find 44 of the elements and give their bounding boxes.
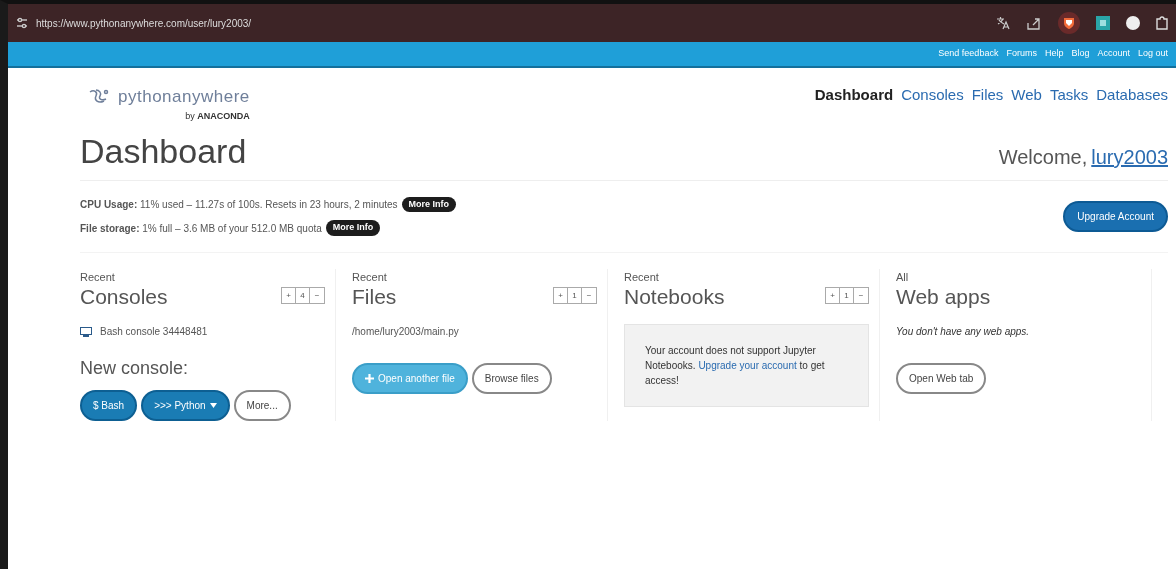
nav-link-item[interactable]: Tasks bbox=[1049, 84, 1089, 107]
primary-button[interactable]: >>> Python bbox=[141, 390, 230, 422]
nav-link-item[interactable]: Databases bbox=[1096, 84, 1168, 107]
profile-icon[interactable] bbox=[1126, 16, 1140, 30]
page-title: Dashboard bbox=[80, 131, 247, 172]
nav-link-item[interactable]: Dashboard bbox=[814, 84, 894, 107]
logo-text: pythonanywhere bbox=[118, 86, 250, 108]
monitor-icon bbox=[80, 326, 92, 337]
panel-kicker: Recent bbox=[624, 269, 660, 285]
plus-icon bbox=[365, 374, 374, 384]
panel-title: Files bbox=[352, 285, 397, 309]
panel-title: Web apps bbox=[896, 285, 991, 309]
usage-text: CPU Usage: 11% used – 11.27s of 100s. Resets in 23 hours, 2 minutes bbox=[80, 198, 398, 213]
caret-icon bbox=[209, 403, 217, 409]
panel-title: Consoles bbox=[80, 285, 168, 309]
secondary-button[interactable]: Open Web tab bbox=[896, 363, 987, 395]
site-info-icon[interactable] bbox=[16, 17, 28, 29]
notice-message: Your account does not support Jupyter Notebooks. Upgrade your account to get access! bbox=[624, 324, 869, 408]
panel-kicker: Recent bbox=[80, 269, 116, 285]
secondary-button[interactable]: Browse files bbox=[471, 363, 552, 395]
more-info-button[interactable]: More Info bbox=[401, 196, 457, 213]
username-link[interactable]: lury2003 bbox=[1091, 141, 1168, 172]
share-icon[interactable] bbox=[1026, 16, 1042, 30]
upgrade-account-button[interactable]: Upgrade Account bbox=[1063, 200, 1168, 232]
panel-title: Notebooks bbox=[624, 285, 725, 309]
more-info-button[interactable]: More Info bbox=[325, 220, 381, 236]
snake-logo-icon bbox=[88, 87, 110, 106]
nav-link-item[interactable]: Files bbox=[971, 84, 1004, 107]
panel-kicker: Recent bbox=[352, 269, 388, 285]
translate-icon[interactable] bbox=[996, 16, 1010, 30]
file-link[interactable]: /home/lury2003/main.py bbox=[352, 324, 597, 340]
primary-button[interactable]: $ Bash bbox=[80, 390, 138, 422]
console-link[interactable]: Bash console 34448481 bbox=[100, 324, 208, 340]
welcome-text: Welcome, bbox=[998, 144, 1088, 170]
logo-byline: by ANACONDA bbox=[185, 109, 250, 123]
nav-link-item[interactable]: Web bbox=[1011, 84, 1042, 107]
upgrade-link[interactable]: Upgrade your account bbox=[698, 360, 797, 372]
panel-kicker: All bbox=[896, 269, 910, 285]
shield-icon[interactable] bbox=[1058, 12, 1080, 34]
new-console-heading: New console: bbox=[80, 357, 190, 381]
nav-link-item[interactable]: Consoles bbox=[901, 84, 964, 107]
empty-message: You don't have any web apps. bbox=[896, 325, 1031, 340]
secondary-button[interactable]: More... bbox=[233, 390, 291, 422]
usage-text: File storage: 1% full – 3.6 MB of your 512.0 MB quota bbox=[80, 221, 322, 236]
